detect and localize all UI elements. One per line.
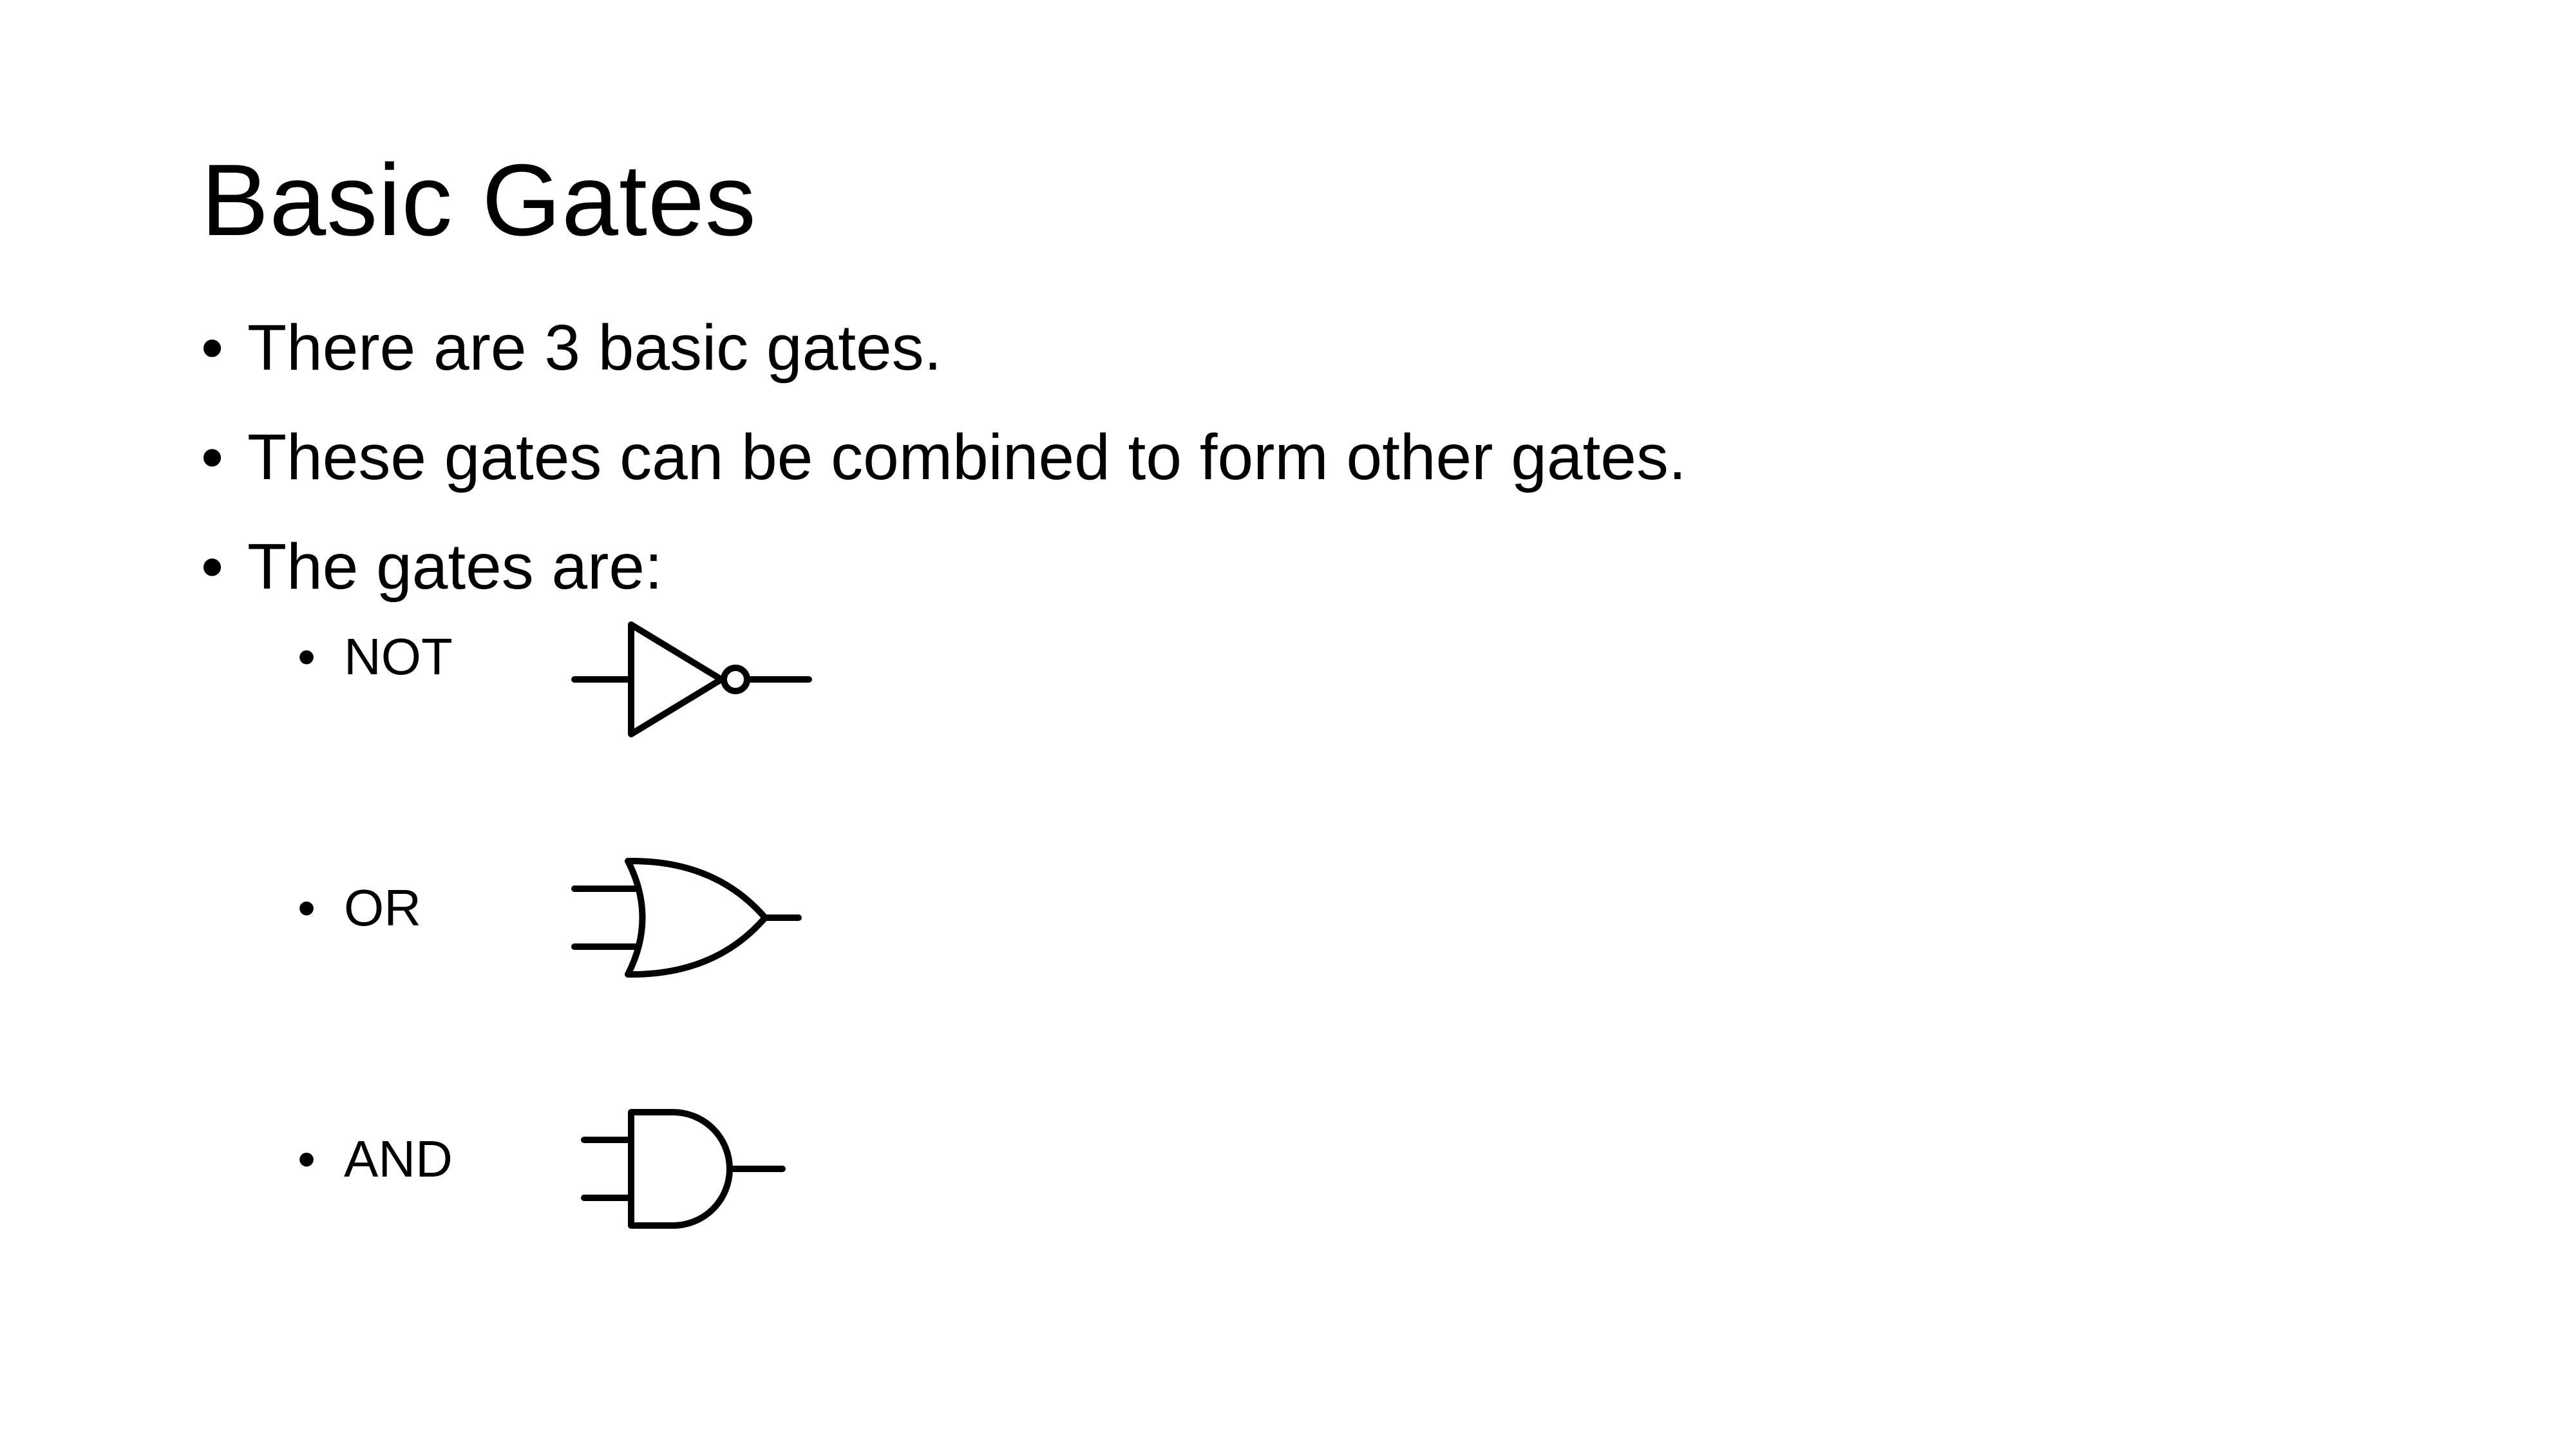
bullet-marker: • (298, 879, 316, 936)
slide-title: Basic Gates (201, 144, 757, 257)
bullet-marker: • (298, 1130, 316, 1188)
gate-label-not: NOT (344, 628, 453, 685)
bullet-marker: • (201, 312, 224, 384)
slide: Basic Gates • There are 3 basic gates. •… (0, 0, 2576, 1449)
gate-label-or: OR (344, 879, 421, 936)
gate-label-and: AND (344, 1130, 453, 1188)
bullet-text: The gates are: (247, 531, 663, 603)
bullet-marker: • (201, 421, 224, 493)
bullet-text: There are 3 basic gates. (247, 312, 942, 384)
or-gate-icon (567, 853, 811, 982)
bullet-text: These gates can be combined to form othe… (247, 421, 1687, 493)
not-gate-icon (567, 618, 818, 741)
and-gate-icon (576, 1104, 808, 1233)
bullet-marker: • (201, 531, 224, 603)
bullet-marker: • (298, 628, 316, 685)
